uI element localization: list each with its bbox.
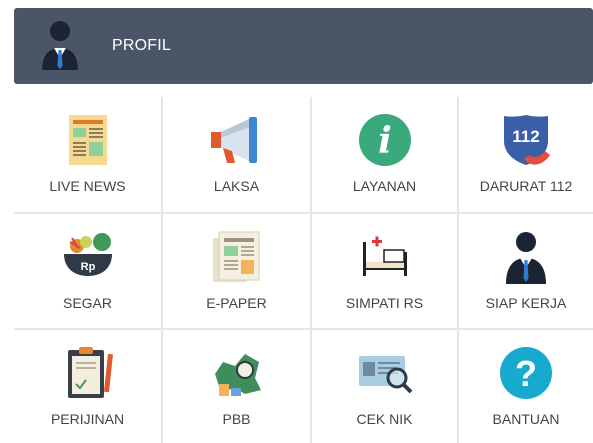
profile-title: PROFIL — [112, 37, 171, 54]
tile-label: SIAP KERJA — [485, 295, 567, 311]
vegetable-basket-icon: Rp — [56, 228, 120, 286]
tile-cek-nik[interactable]: CEK NIK — [312, 330, 457, 443]
profile-header[interactable]: PROFIL — [14, 8, 593, 84]
info-icon: i — [353, 111, 417, 169]
tile-perijinan[interactable]: PERIJINAN — [14, 330, 161, 443]
id-card-search-icon — [353, 344, 417, 402]
tile-label: E-PAPER — [206, 295, 267, 311]
tax-map-icon — [205, 344, 269, 402]
user-avatar-icon — [38, 16, 86, 76]
tile-live-news[interactable]: LIVE NEWS — [14, 97, 161, 212]
tile-label: SIMPATI RS — [345, 295, 424, 311]
help-glyph: ? — [515, 353, 537, 394]
clipboard-license-icon — [56, 344, 120, 402]
tile-siap-kerja[interactable]: SIAP KERJA — [459, 214, 593, 328]
newspaper-icon — [56, 111, 120, 169]
tile-label: LAKSA — [213, 178, 260, 194]
tile-laksa[interactable]: LAKSA — [163, 97, 310, 212]
currency-glyph: Rp — [80, 261, 95, 273]
tile-label: LIVE NEWS — [49, 178, 126, 194]
tile-bantuan[interactable]: ? BANTUAN — [459, 330, 593, 443]
tile-pbb[interactable]: PBB — [163, 330, 310, 443]
tile-label: SEGAR — [62, 295, 112, 311]
menu-grid: LIVE NEWS LAKSA i LAYANAN 112 DARURAT 11… — [14, 97, 593, 443]
tile-label: DARURAT 112 — [479, 178, 573, 194]
tile-label: PBB — [222, 411, 251, 427]
hospital-bed-icon — [353, 228, 417, 286]
emergency-112-icon: 112 — [494, 111, 558, 169]
tile-label: LAYANAN — [352, 178, 417, 194]
tile-e-paper[interactable]: E-PAPER — [163, 214, 310, 328]
info-glyph: i — [378, 120, 392, 162]
e-paper-icon — [205, 228, 269, 286]
tile-darurat-112[interactable]: 112 DARURAT 112 — [459, 97, 593, 212]
job-seeker-icon — [494, 228, 558, 286]
tile-label: BANTUAN — [492, 411, 560, 427]
help-icon: ? — [494, 344, 558, 402]
emergency-number: 112 — [512, 127, 539, 146]
tile-label: PERIJINAN — [50, 411, 125, 427]
tile-segar[interactable]: Rp SEGAR — [14, 214, 161, 328]
tile-simpati-rs[interactable]: SIMPATI RS — [312, 214, 457, 328]
tile-layanan[interactable]: i LAYANAN — [312, 97, 457, 212]
megaphone-icon — [205, 111, 269, 169]
tile-label: CEK NIK — [356, 411, 413, 427]
